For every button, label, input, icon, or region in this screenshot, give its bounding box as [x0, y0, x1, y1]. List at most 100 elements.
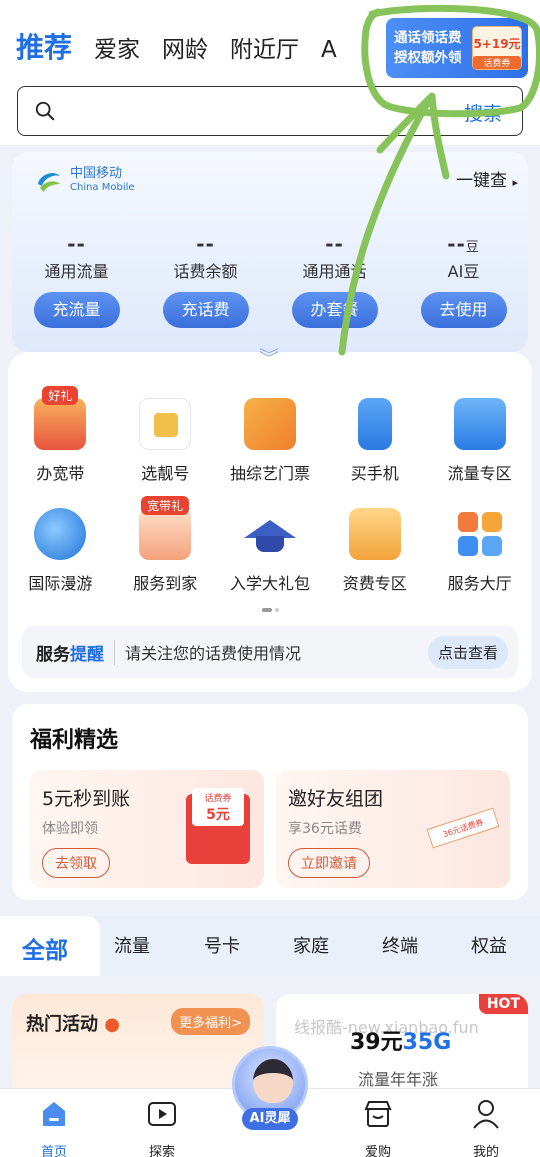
- plan-price: 39元35G: [350, 1024, 451, 1056]
- airplane-icon: [34, 508, 87, 560]
- service-tariff-zone[interactable]: 资费专区: [322, 508, 427, 594]
- service-label: 服务大厅: [447, 574, 512, 593]
- category-device[interactable]: 终端: [382, 932, 418, 958]
- nav-me[interactable]: 我的: [456, 1097, 516, 1157]
- tab-nearby-hall[interactable]: 附近厅: [230, 30, 299, 64]
- promo-line1: 通话领话费: [394, 30, 462, 46]
- coupon-amount: 5元: [206, 807, 230, 823]
- stat-label: 话费余额: [173, 262, 238, 281]
- category-tabs: 全部 流量 号卡 家庭 终端 权益: [0, 916, 540, 976]
- service-ticket-draw[interactable]: 抽综艺门票: [218, 398, 323, 484]
- service-label: 国际漫游: [28, 574, 93, 593]
- data-store-icon: [453, 398, 506, 450]
- service-label: 入学大礼包: [229, 574, 310, 593]
- top-header: 推荐 爱家 网龄 附近厅 A 通话领话费 授权额外领 5+19元 话费券 搜索: [0, 0, 540, 145]
- use-ai-beans-button[interactable]: 去使用: [420, 292, 507, 328]
- phone-icon: [357, 398, 392, 450]
- tab-network-age[interactable]: 网龄: [162, 30, 208, 64]
- recharge-data-button[interactable]: 充流量: [33, 292, 120, 328]
- search-button[interactable]: 搜索: [464, 99, 502, 126]
- service-data-zone[interactable]: 流量专区: [427, 398, 532, 484]
- welfare-card-5yuan[interactable]: 5元秒到账 体验即领 去领取 话费券 5元: [30, 770, 264, 888]
- service-reminder[interactable]: 服务 提醒 请关注您的话费使用情况 点击查看: [22, 626, 518, 678]
- nav-label: 我的: [472, 1145, 499, 1157]
- category-all[interactable]: 全部: [0, 916, 100, 976]
- service-home-visit[interactable]: 宽带礼 服务到家: [113, 496, 218, 594]
- welfare-card-title: 5元秒到账: [42, 788, 131, 810]
- plan-price-data: 35G: [402, 1030, 452, 1055]
- china-mobile-logo: 中国移动 China Mobile: [34, 166, 135, 196]
- claim-button[interactable]: 去领取: [42, 848, 110, 878]
- plan-description: 流量年年涨: [358, 1070, 439, 1089]
- fire-icon: ●: [104, 1014, 120, 1035]
- home-service-icon: [139, 508, 192, 560]
- reminder-message: 请关注您的话费使用情况: [125, 644, 302, 663]
- welfare-title: 福利精选: [30, 728, 119, 753]
- promo-line2: 授权额外领: [394, 50, 462, 66]
- expand-chevron-icon[interactable]: ︾: [259, 342, 279, 371]
- ai-assistant-button[interactable]: AI灵犀: [232, 1046, 308, 1136]
- search-bar[interactable]: 搜索: [17, 86, 523, 136]
- tab-recommend[interactable]: 推荐: [16, 26, 72, 66]
- category-sim[interactable]: 号卡: [204, 932, 240, 958]
- invite-button[interactable]: 立即邀请: [288, 848, 370, 878]
- nav-shop[interactable]: 爱购: [348, 1097, 408, 1157]
- tariff-folder-icon: [348, 508, 401, 560]
- brand-name: 中国移动: [70, 166, 123, 181]
- hot-activities-card[interactable]: 热门活动 ● 更多福利>: [12, 994, 264, 1094]
- service-buy-phone[interactable]: 买手机: [322, 398, 427, 484]
- service-broadband[interactable]: 好礼 办宽带: [8, 386, 113, 484]
- broadband-gift-badge: 宽带礼: [141, 496, 190, 515]
- service-roaming[interactable]: 国际漫游: [8, 508, 113, 594]
- graduation-cap-icon: [243, 508, 296, 560]
- stat-value-number: --: [447, 232, 466, 256]
- service-lucky-number[interactable]: 选靓号: [113, 398, 218, 484]
- hot-title-text: 热门活动: [26, 1014, 98, 1035]
- stat-label: 通用流量: [44, 262, 109, 281]
- category-data[interactable]: 流量: [114, 932, 150, 958]
- one-key-label: 一键查: [456, 171, 508, 191]
- page-indicator: [262, 608, 279, 612]
- nav-home[interactable]: 首页: [24, 1097, 84, 1157]
- plan-card[interactable]: 线报酷-new.xianbao.fun HOT 39元35G 流量年年涨: [276, 994, 528, 1094]
- view-details-button[interactable]: 点击查看: [427, 635, 508, 669]
- stat-label: AI豆: [447, 262, 480, 281]
- service-school-pack[interactable]: 入学大礼包: [218, 508, 323, 594]
- nav-explore[interactable]: 探索: [132, 1097, 192, 1157]
- stat-data: -- 通用流量 充流量: [12, 232, 141, 328]
- brand-name-en: China Mobile: [70, 182, 135, 193]
- service-label: 资费专区: [342, 574, 407, 593]
- hot-activities-title: 热门活动 ●: [26, 1010, 120, 1036]
- nav-label: 探索: [148, 1145, 175, 1157]
- buy-plan-button[interactable]: 办套餐: [291, 292, 378, 328]
- more-welfare-button[interactable]: 更多福利>: [171, 1008, 250, 1035]
- services-panel: ︾ 好礼 办宽带 选靓号 抽综艺门票 买手机 流量专区 国际漫游 宽带礼 服务到…: [8, 346, 532, 692]
- call-reward-promo-banner[interactable]: 通话领话费 授权额外领 5+19元 话费券: [386, 18, 528, 78]
- sim-card-icon: [139, 398, 192, 450]
- coupon-tag: 话费券: [204, 794, 232, 804]
- category-family[interactable]: 家庭: [293, 932, 329, 958]
- china-mobile-logo-icon: [38, 173, 60, 192]
- welfare-card-invite[interactable]: 邀好友组团 享36元话费 立即邀请 36元话费券: [276, 770, 510, 888]
- one-key-query-button[interactable]: 一键查 ▸: [456, 166, 518, 191]
- tab-home[interactable]: 爱家: [94, 30, 140, 64]
- service-label: 流量专区: [447, 464, 512, 483]
- category-benefits[interactable]: 权益: [471, 932, 507, 958]
- search-icon: [35, 101, 55, 121]
- account-card: 中国移动 China Mobile 一键查 ▸ -- 通用流量 充流量 -- 话…: [12, 152, 528, 352]
- reminder-title-b: 提醒: [70, 639, 115, 665]
- service-label: 买手机: [350, 464, 399, 483]
- tab-ai[interactable]: A: [321, 37, 337, 63]
- ticket-icon: [243, 398, 296, 450]
- coupon-icon: 话费券 5元: [186, 788, 250, 864]
- stat-value: --: [196, 232, 215, 256]
- stat-balance: -- 话费余额 充话费: [141, 232, 270, 328]
- service-hall[interactable]: 服务大厅: [427, 508, 532, 594]
- recharge-balance-button[interactable]: 充话费: [162, 292, 249, 328]
- stat-value: --: [325, 232, 344, 256]
- nav-label: 爱购: [364, 1145, 391, 1157]
- stat-value: --: [67, 232, 86, 256]
- stat-voice: -- 通用通话 办套餐: [270, 232, 399, 328]
- welfare-section: 福利精选 5元秒到账 体验即领 去领取 话费券 5元 邀好友组团 享36元话费 …: [12, 704, 528, 900]
- service-label: 办宽带: [36, 464, 85, 483]
